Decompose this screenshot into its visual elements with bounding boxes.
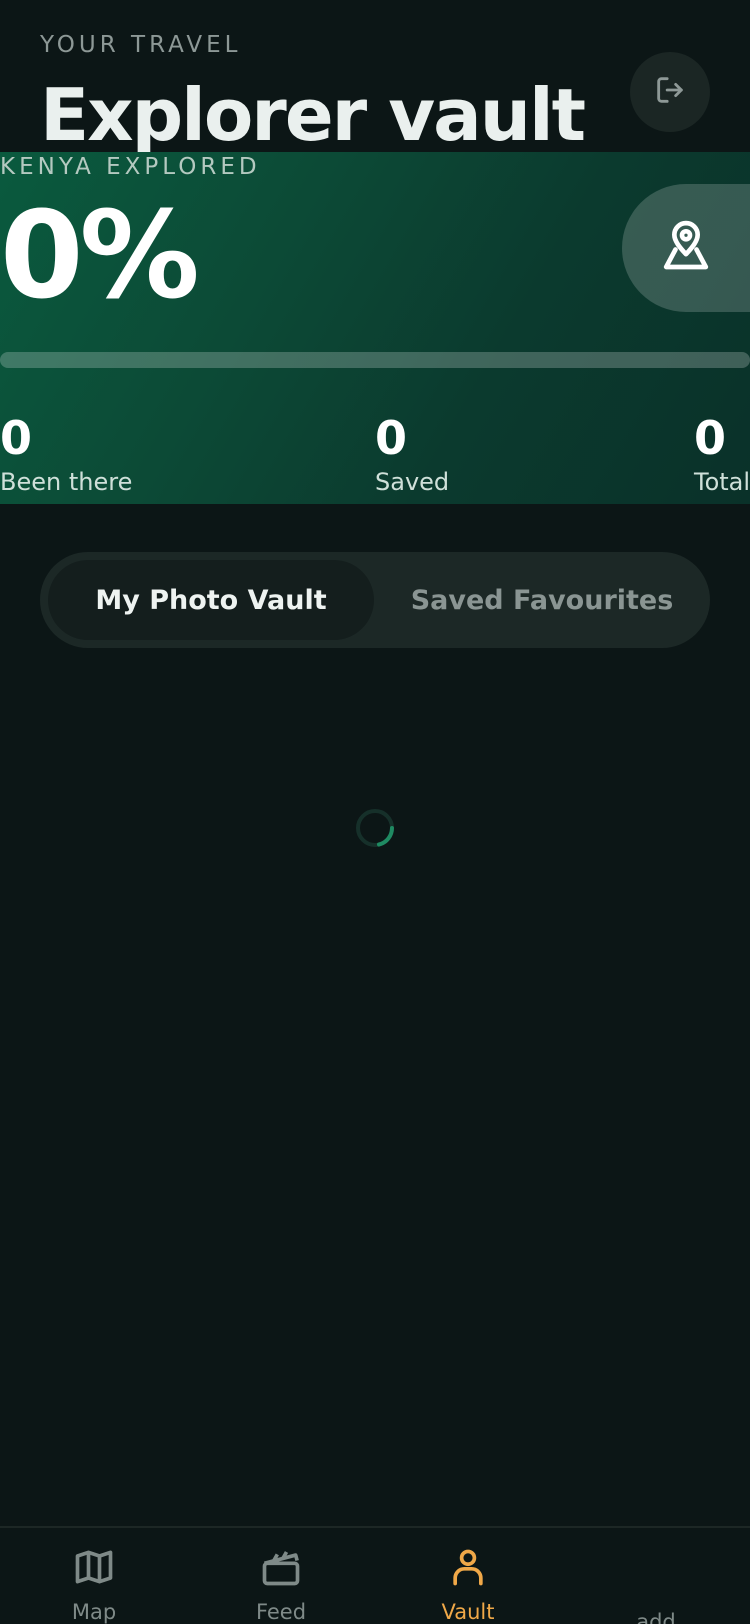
user-icon	[445, 1544, 491, 1590]
explore-progress-card: KENYA EXPLORED 0% 0 Been there 0 Saved 0…	[0, 152, 750, 504]
loading-spinner	[356, 809, 394, 847]
tab-saved-favourites[interactable]: Saved Favourites	[382, 560, 702, 640]
stat-total: 0 Total	[694, 412, 750, 496]
map-icon	[71, 1544, 117, 1590]
stat-value: 0	[694, 411, 727, 465]
nav-item-add[interactable]: add	[596, 1544, 716, 1624]
explored-percent: 0%	[0, 187, 200, 326]
map-pin-icon	[658, 218, 714, 278]
nav-label-map: Map	[71, 1600, 117, 1624]
nav-item-map[interactable]: Map	[34, 1544, 154, 1624]
tab-my-photo-vault[interactable]: My Photo Vault	[48, 560, 374, 640]
vault-screen: YOUR TRAVEL Explorer vault KENYA EXPLORE…	[0, 0, 750, 1624]
page-title: Explorer vault	[40, 73, 586, 157]
nav-label-vault: Vault	[441, 1600, 495, 1624]
logout-button[interactable]	[630, 52, 710, 132]
nav-label-feed: Feed	[255, 1600, 307, 1624]
card-eyebrow: KENYA EXPLORED	[0, 154, 261, 180]
bottom-navigation: Map Feed Vault add	[0, 1526, 750, 1624]
nav-item-feed[interactable]: Feed	[221, 1544, 341, 1624]
stat-label: Been there	[0, 468, 133, 496]
nav-label-add: add	[636, 1610, 676, 1624]
map-button[interactable]	[622, 184, 750, 312]
clapperboard-icon	[258, 1544, 304, 1590]
stat-value: 0	[0, 411, 33, 465]
stat-label: Total	[694, 468, 750, 496]
stat-value: 0	[375, 411, 408, 465]
nav-item-vault[interactable]: Vault	[408, 1544, 528, 1624]
stat-saved: 0 Saved	[375, 412, 449, 496]
stat-label: Saved	[375, 468, 450, 496]
explored-progress-bar	[0, 352, 750, 368]
vault-tabs: My Photo Vault Saved Favourites	[40, 552, 710, 648]
logout-icon	[653, 73, 687, 111]
stat-been-there: 0 Been there	[0, 412, 132, 496]
header-eyebrow: YOUR TRAVEL	[40, 32, 242, 58]
